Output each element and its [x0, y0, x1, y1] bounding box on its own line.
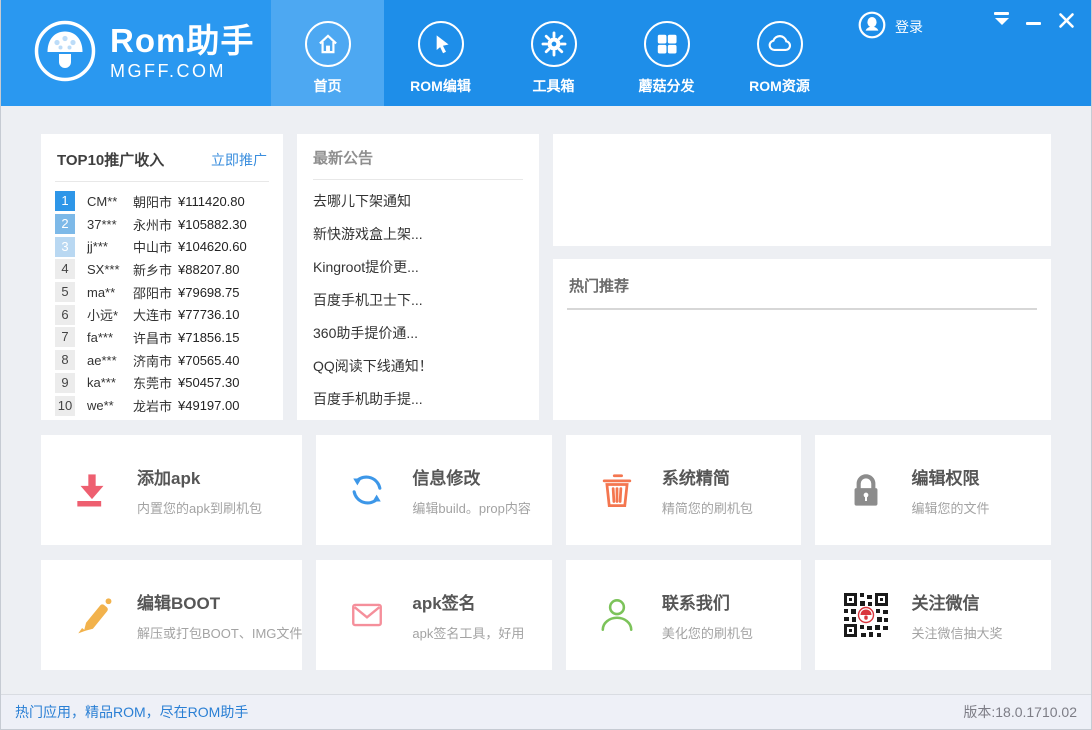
- announcement-item[interactable]: 去哪儿下架通知: [313, 184, 523, 217]
- app-window: Rom助手 MGFF.COM 首页: [0, 0, 1092, 730]
- tab-rom-edit-label: ROM编辑: [410, 76, 471, 96]
- skin-menu-button[interactable]: [994, 12, 1009, 25]
- rank-badge: 10: [55, 396, 75, 416]
- version-label: 版本:18.0.1710.02: [963, 702, 1077, 722]
- rank-badge: 6: [55, 305, 75, 325]
- announcement-item[interactable]: QQ阅读下线通知！: [313, 349, 523, 382]
- rank-badge: 3: [55, 237, 75, 257]
- minimize-icon: [1026, 22, 1041, 25]
- rank-row: 5 ma** 邵阳市 ¥79698.75: [55, 281, 269, 304]
- cursor-icon: [418, 21, 464, 67]
- window-controls: [994, 12, 1075, 29]
- tab-mushroom-distribute[interactable]: 蘑菇分发: [610, 0, 723, 106]
- rank-badge: 7: [55, 327, 75, 347]
- tab-home-label: 首页: [314, 76, 342, 96]
- app-subtitle: MGFF.COM: [110, 61, 254, 82]
- top10-list: 1 CM** 朝阳市 ¥111420.80 2 37*** 永州市 ¥10588…: [55, 190, 269, 417]
- status-slogan: 热门应用，精品ROM，尽在ROM助手: [15, 702, 248, 722]
- hot-recommend-title: 热门推荐: [567, 273, 1037, 296]
- tab-rom-resources[interactable]: ROM资源: [723, 0, 836, 106]
- rank-badge: 4: [55, 259, 75, 279]
- announcement-item[interactable]: 百度手机卫士下...: [313, 283, 523, 316]
- feature-cards: 添加apk 内置您的apk到刷机包: [41, 435, 1051, 670]
- home-icon: [305, 21, 351, 67]
- login-button[interactable]: 登录: [858, 11, 923, 42]
- app-title: Rom助手: [110, 24, 254, 57]
- tab-home[interactable]: 首页: [271, 0, 384, 106]
- main-content: TOP10推广收入 立即推广 1 CM** 朝阳市 ¥111420.80 2 3…: [1, 106, 1091, 694]
- rank-row: 4 SX*** 新乡市 ¥88207.80: [55, 258, 269, 281]
- announcements-title: 最新公告: [313, 147, 523, 168]
- refresh-icon: [344, 467, 390, 513]
- rank-badge: 2: [55, 214, 75, 234]
- pencil-icon: [69, 592, 115, 638]
- status-bar: 热门应用，精品ROM，尽在ROM助手 版本:18.0.1710.02: [1, 694, 1091, 729]
- rank-badge: 5: [55, 282, 75, 302]
- skin-menu-icon: [994, 12, 1009, 15]
- download-icon: [69, 467, 115, 513]
- announcement-item[interactable]: 新快游戏盒上架...: [313, 217, 523, 250]
- card-contact-us[interactable]: 联系我们 美化您的刷机包: [566, 560, 802, 670]
- divider: [55, 181, 269, 182]
- rank-badge: 8: [55, 350, 75, 370]
- qr-code-icon: [843, 592, 889, 638]
- top10-title: TOP10推广收入: [57, 149, 164, 170]
- tab-toolbox-label: 工具箱: [533, 76, 575, 96]
- main-nav: 首页 ROM编辑: [271, 0, 836, 106]
- divider: [567, 308, 1037, 310]
- grid-icon: [644, 21, 690, 67]
- card-follow-wechat[interactable]: 关注微信 关注微信抽大奖: [815, 560, 1051, 670]
- divider: [313, 179, 523, 180]
- rank-row: 6 小远* 大连市 ¥77736.10: [55, 303, 269, 326]
- tab-mushroom-distribute-label: 蘑菇分发: [639, 76, 695, 96]
- card-system-slim[interactable]: 系统精简 精简您的刷机包: [566, 435, 802, 545]
- rank-row: 10 we** 龙岩市 ¥49197.00: [55, 394, 269, 417]
- announcement-item[interactable]: 百度手机助手提...: [313, 382, 523, 415]
- mushroom-logo-icon: [33, 19, 97, 88]
- minimize-button[interactable]: [1026, 12, 1041, 25]
- tab-rom-resources-label: ROM资源: [749, 76, 810, 96]
- envelope-icon: [344, 592, 390, 638]
- qq-icon: [858, 11, 886, 42]
- close-icon: [1058, 12, 1075, 29]
- tab-toolbox[interactable]: 工具箱: [497, 0, 610, 106]
- trash-icon: [594, 467, 640, 513]
- rank-row: 1 CM** 朝阳市 ¥111420.80: [55, 190, 269, 213]
- login-label: 登录: [895, 17, 923, 37]
- close-button[interactable]: [1058, 12, 1075, 29]
- card-edit-permissions[interactable]: 编辑权限 编辑您的文件: [815, 435, 1051, 545]
- header: Rom助手 MGFF.COM 首页: [1, 0, 1091, 106]
- cloud-icon: [757, 21, 803, 67]
- tab-rom-edit[interactable]: ROM编辑: [384, 0, 497, 106]
- person-icon: [594, 592, 640, 638]
- announcement-item[interactable]: 360助手提价通...: [313, 316, 523, 349]
- hot-recommend-panel: 热门推荐: [553, 259, 1051, 420]
- promote-now-link[interactable]: 立即推广: [211, 150, 267, 170]
- rank-row: 3 jj*** 中山市 ¥104620.60: [55, 235, 269, 258]
- rank-row: 2 37*** 永州市 ¥105882.30: [55, 213, 269, 236]
- rank-row: 8 ae*** 济南市 ¥70565.40: [55, 349, 269, 372]
- logo-text: Rom助手 MGFF.COM: [110, 24, 254, 82]
- announcements-panel: 最新公告 去哪儿下架通知 新快游戏盒上架... Kingroot提价更... 百…: [297, 134, 539, 420]
- card-add-apk[interactable]: 添加apk 内置您的apk到刷机包: [41, 435, 302, 545]
- card-edit-boot[interactable]: 编辑BOOT 解压或打包BOOT、IMG文件: [41, 560, 302, 670]
- lock-icon: [843, 467, 889, 513]
- rank-badge: 9: [55, 373, 75, 393]
- gear-icon: [531, 21, 577, 67]
- rank-badge: 1: [55, 191, 75, 211]
- rank-row: 9 ka*** 东莞市 ¥50457.30: [55, 372, 269, 395]
- banner-panel: [553, 134, 1051, 246]
- rank-row: 7 fa*** 许昌市 ¥71856.15: [55, 326, 269, 349]
- top10-panel: TOP10推广收入 立即推广 1 CM** 朝阳市 ¥111420.80 2 3…: [41, 134, 283, 420]
- announcement-item[interactable]: Kingroot提价更...: [313, 250, 523, 283]
- card-apk-sign[interactable]: apk签名 apk签名工具，好用: [316, 560, 552, 670]
- announcements-list: 去哪儿下架通知 新快游戏盒上架... Kingroot提价更... 百度手机卫士…: [313, 184, 523, 415]
- card-info-edit[interactable]: 信息修改 编辑build。prop内容: [316, 435, 552, 545]
- app-logo: Rom助手 MGFF.COM: [1, 0, 271, 106]
